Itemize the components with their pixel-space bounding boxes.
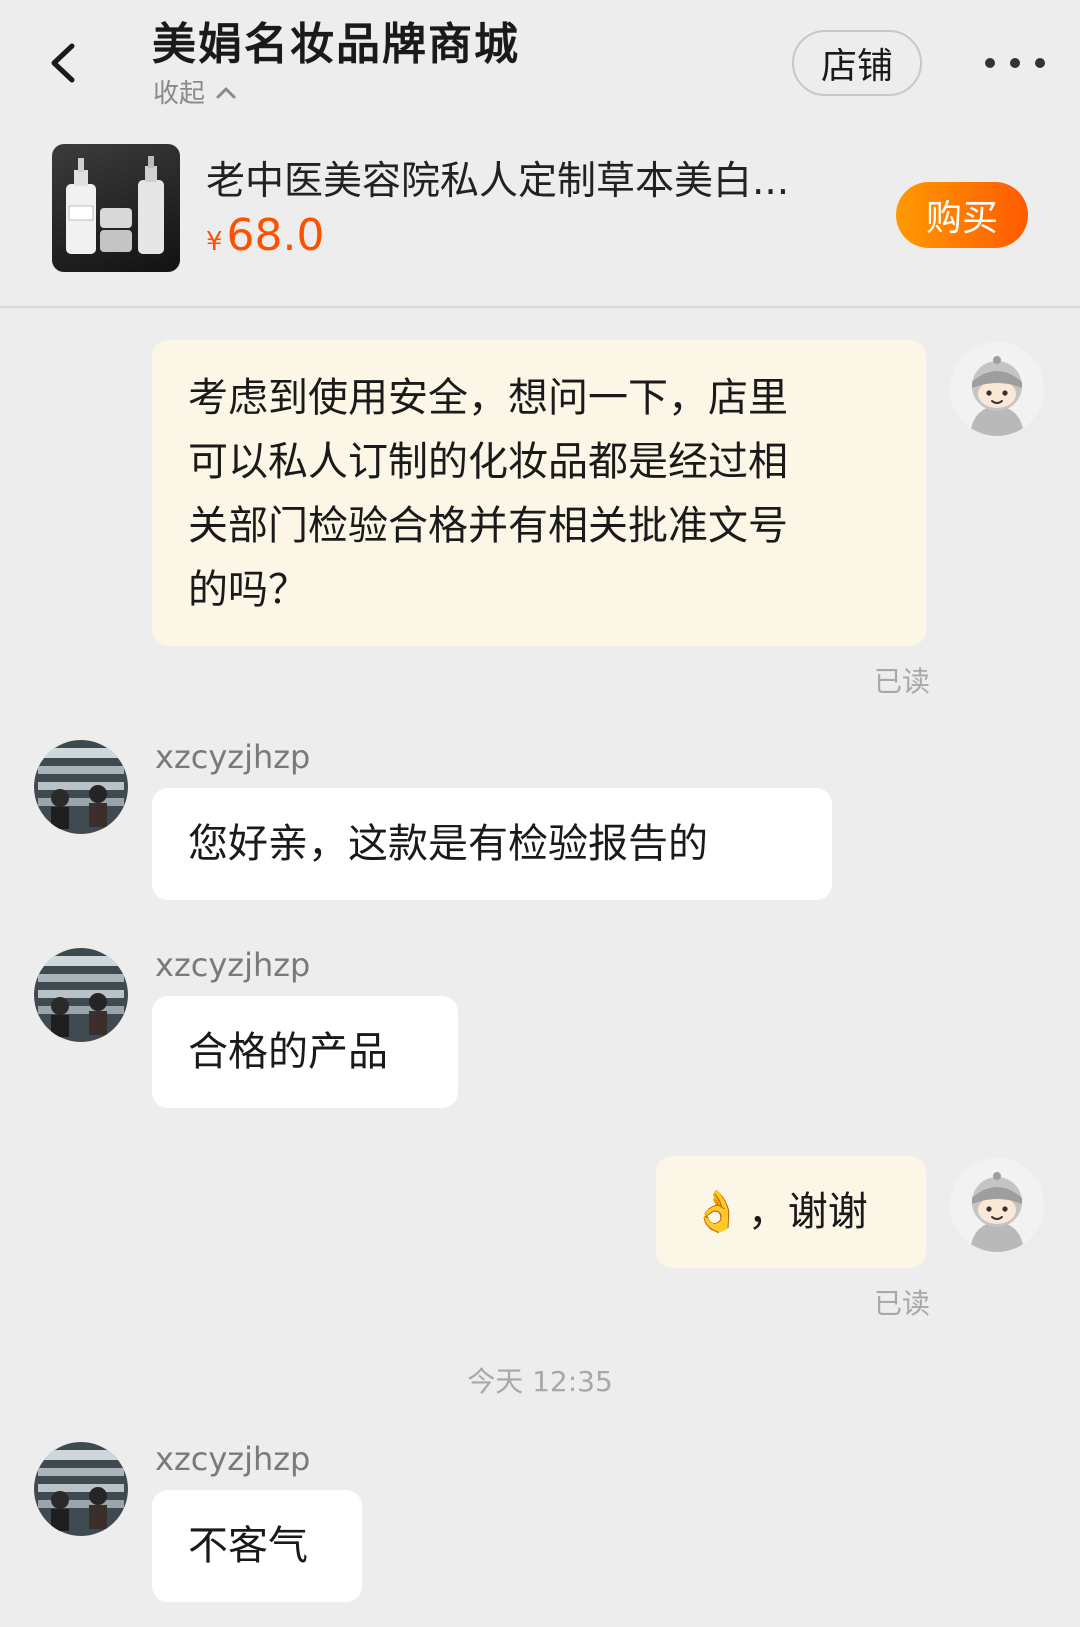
shop-title: 美娟名妆品牌商城	[152, 19, 520, 70]
seller-avatar[interactable]	[34, 948, 128, 1042]
message-bubble-theirs[interactable]: 合格的产品	[152, 996, 458, 1108]
buy-button[interactable]: 购买	[896, 182, 1028, 248]
message-text: 不客气	[188, 1523, 308, 1569]
message-text: 合格的产品	[188, 1029, 388, 1075]
product-price: ¥ 68.0	[206, 210, 325, 261]
product-card[interactable]: 老中医美容院私人定制草本美白... ¥ 68.0 购买	[0, 128, 1080, 308]
read-status: 已读	[874, 1287, 931, 1320]
more-button[interactable]	[985, 48, 1045, 78]
chevron-left-icon	[51, 43, 75, 83]
message-bubble-theirs[interactable]: 不客气	[152, 1490, 362, 1602]
my-avatar[interactable]	[950, 1158, 1044, 1252]
message-bubble-mine[interactable]: 👌 ，谢谢	[656, 1156, 926, 1268]
my-avatar[interactable]	[950, 342, 1044, 436]
message-line: 考虑到使用安全，想问一下，店里	[188, 375, 788, 421]
time-divider: 今天 12:35	[467, 1365, 613, 1398]
sender-name: xzcyzjhzp	[155, 738, 311, 776]
message-text: ，谢谢	[747, 1189, 868, 1235]
seller-avatar[interactable]	[34, 1442, 128, 1536]
message-bubble-theirs[interactable]: 您好亲，这款是有检验报告的	[152, 788, 832, 900]
message-bubble-mine[interactable]: 考虑到使用安全，想问一下，店里 可以私人订制的化妆品都是经过相 关部门检验合格并…	[152, 340, 926, 646]
ok-hand-icon: 👌	[692, 1189, 742, 1235]
message-line: 关部门检验合格并有相关批准文号	[188, 503, 788, 549]
collapse-toggle[interactable]: 收起	[153, 73, 237, 110]
product-name[interactable]: 老中医美容院私人定制草本美白...	[206, 150, 789, 206]
currency-symbol: ¥	[206, 227, 223, 257]
back-button[interactable]	[40, 38, 90, 88]
seller-avatar[interactable]	[34, 740, 128, 834]
chevron-up-icon	[216, 87, 236, 98]
message-line: 的吗？	[188, 567, 308, 613]
price-amount: 68.0	[226, 210, 325, 261]
product-image[interactable]	[52, 144, 180, 272]
sender-name: xzcyzjhzp	[155, 946, 311, 984]
sender-name: xzcyzjhzp	[155, 1440, 311, 1478]
collapse-label: 收起	[153, 79, 206, 109]
more-dots-icon	[985, 58, 995, 68]
message-line: 可以私人订制的化妆品都是经过相	[188, 439, 788, 485]
read-status: 已读	[874, 665, 931, 698]
shop-button[interactable]: 店铺	[792, 30, 922, 96]
chat-header: 美娟名妆品牌商城 收起 店铺	[0, 0, 1080, 120]
message-text: 您好亲，这款是有检验报告的	[188, 821, 708, 867]
